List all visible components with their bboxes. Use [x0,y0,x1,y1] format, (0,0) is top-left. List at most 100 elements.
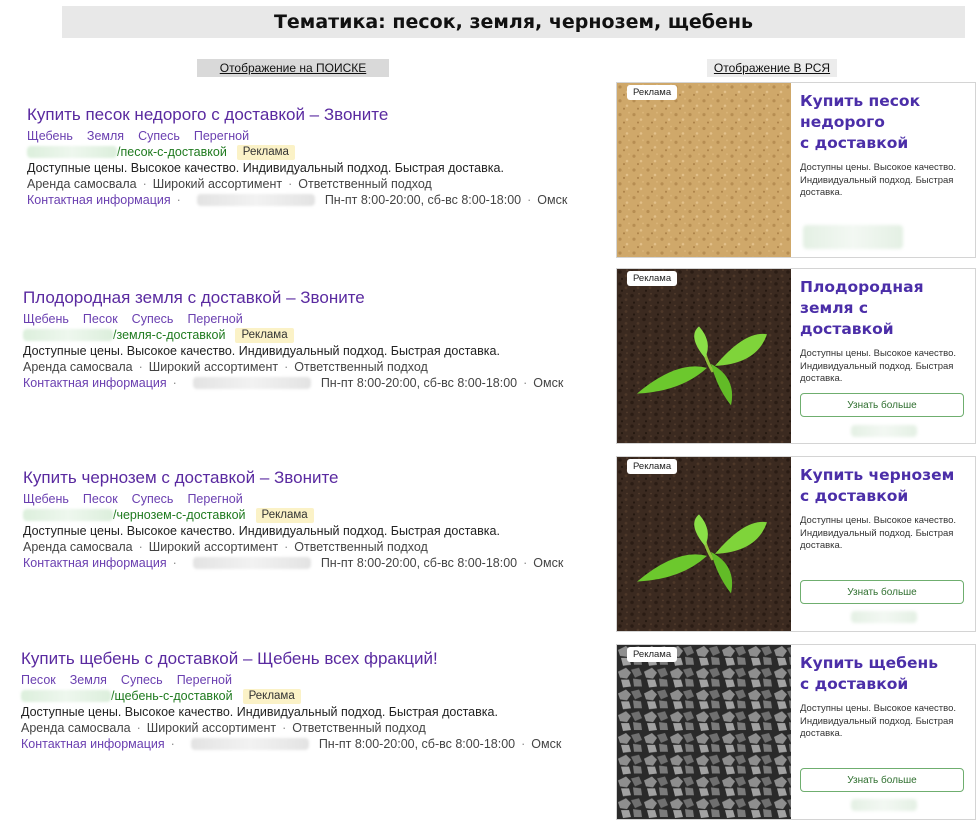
learn-more-button[interactable]: Узнать больше [800,393,964,417]
ad-description: Доступные цены. Высокое качество. Индиви… [27,161,504,175]
sitelink[interactable]: Супесь [138,129,180,143]
rsya-ad-card[interactable]: Реклама Купить щебень с доставкой Доступн… [616,644,976,820]
sand-image: Реклама [617,83,791,257]
sitelinks: Щебень Земля Супесь Перегной [27,128,587,144]
separator: · [527,193,532,207]
sitelink[interactable]: Земля [70,673,107,687]
feature: Широкий ассортимент [148,540,279,554]
sitelinks: Щебень Песок Супесь Перегной [23,491,583,507]
blurred-domain [851,425,917,437]
url-path[interactable]: /песок-с-доставкой [117,144,227,160]
soil-sprout-image: Реклама [617,269,791,443]
display-url: /чернозем-с-доставкой Реклама [23,507,583,523]
feature: Ответственный подход [292,721,426,735]
working-hours: Пн-пт 8:00-20:00, сб-вс 8:00-18:00 [320,556,518,570]
rsya-ad-card[interactable]: Реклама Купить чернозем с доставкой Досту… [616,456,976,632]
blurred-domain [21,690,111,702]
contact-info-link[interactable]: Контактная информация [21,736,165,752]
ad-title-link[interactable]: Плодородная земля с доставкой – Звоните [23,287,583,309]
sitelink[interactable]: Щебень [23,492,69,506]
sitelink[interactable]: Супесь [132,492,174,506]
display-url: /земля-с-доставкой Реклама [23,327,583,343]
ad-title-link[interactable]: Купить чернозем с доставкой – Звоните [23,467,583,489]
feature: Ответственный подход [298,177,432,191]
working-hours: Пн-пт 8:00-20:00, сб-вс 8:00-18:00 [324,193,522,207]
card-title[interactable]: Плодородная земля с доставкой [800,277,965,340]
ad-features: Аренда самосвала · Широкий ассортимент · Отв… [27,176,587,192]
sitelink[interactable]: Щебень [23,312,69,326]
contact-info-link[interactable]: Контактная информация [23,555,167,571]
ad-contact-row: Контактная информация · Пн-пт 8:00-20:00, … [27,192,587,208]
learn-more-button[interactable]: Узнать больше [800,580,964,604]
card-description: Доступны цены. Высокое качество. Индивид… [800,162,957,198]
display-url: /песок-с-доставкой Реклама [27,144,587,160]
sitelink[interactable]: Перегной [187,492,242,506]
learn-more-button[interactable]: Узнать больше [800,768,964,792]
sitelink[interactable]: Супесь [121,673,163,687]
separator: · [523,376,528,390]
separator: · [136,721,141,735]
sitelink[interactable]: Перегной [177,673,232,687]
rsya-ad-card[interactable]: Реклама Купить песок недорого с доставкой … [616,82,976,258]
url-path[interactable]: /щебень-с-доставкой [111,688,233,704]
page-title-bar: Тематика: песок, земля, чернозем, щебень [62,6,965,38]
ad-badge: Реклама [255,507,314,523]
separator: · [172,556,177,570]
contact-info-link[interactable]: Контактная информация [27,192,171,208]
ad-description: Доступные цены. Высокое качество. Индиви… [23,344,500,358]
feature: Аренда самосвала [21,721,131,735]
card-description: Доступны цены. Высокое качество. Индивид… [800,515,957,551]
ad-contact-row: Контактная информация · Пн-пт 8:00-20:00, … [21,736,581,752]
feature: Широкий ассортимент [148,360,279,374]
blurred-phone [190,738,309,750]
working-hours: Пн-пт 8:00-20:00, сб-вс 8:00-18:00 [318,737,516,751]
blurred-domain [803,225,903,249]
ad-features: Аренда самосвала · Широкий ассортимент · Отв… [23,359,583,375]
feature: Аренда самосвала [27,177,137,191]
blurred-domain [851,611,917,623]
url-path[interactable]: /земля-с-доставкой [113,327,225,343]
city: Омск [533,376,564,390]
feature: Широкий ассортимент [152,177,283,191]
url-path[interactable]: /чернозем-с-доставкой [113,507,246,523]
separator: · [142,177,147,191]
ad-mark: Реклама [627,647,678,662]
ad-description: Доступные цены. Высокое качество. Индиви… [23,524,500,538]
sitelink[interactable]: Щебень [27,129,73,143]
sitelink[interactable]: Песок [21,673,56,687]
search-ad: Купить песок недорого с доставкой – Звон… [27,104,587,208]
city: Омск [531,737,562,751]
sitelinks: Песок Земля Супесь Перегной [21,672,581,688]
sitelink[interactable]: Перегной [194,129,249,143]
sitelink[interactable]: Песок [83,492,118,506]
blurred-domain [23,329,113,341]
sitelink[interactable]: Земля [87,129,124,143]
blurred-domain [23,509,113,521]
sitelink[interactable]: Супесь [132,312,174,326]
sitelink[interactable]: Песок [83,312,118,326]
ad-badge: Реклама [235,327,294,343]
ad-badge: Реклама [236,144,295,160]
gravel-image: Реклама [617,645,791,819]
city: Омск [537,193,568,207]
separator: · [288,177,293,191]
blurred-phone [192,557,311,569]
search-ad: Купить щебень с доставкой – Щебень всех … [21,648,581,752]
rsya-ad-card[interactable]: Реклама Плодородная земля с доставкой Дос… [616,268,976,444]
display-url: /щебень-с-доставкой Реклама [21,688,581,704]
card-title[interactable]: Купить щебень с доставкой [800,653,965,695]
separator: · [172,376,177,390]
card-title[interactable]: Купить песок недорого с доставкой [800,91,965,154]
ad-title-link[interactable]: Купить песок недорого с доставкой – Звон… [27,104,587,126]
separator: · [138,360,143,374]
ad-badge: Реклама [242,688,301,704]
sitelink[interactable]: Перегной [187,312,242,326]
blurred-phone [192,377,311,389]
separator: · [282,721,287,735]
ad-title-link[interactable]: Купить щебень с доставкой – Щебень всех … [21,648,581,670]
ad-mark: Реклама [627,271,678,286]
ad-description: Доступные цены. Высокое качество. Индиви… [21,705,498,719]
card-title[interactable]: Купить чернозем с доставкой [800,465,965,507]
contact-info-link[interactable]: Контактная информация [23,375,167,391]
feature: Аренда самосвала [23,360,133,374]
